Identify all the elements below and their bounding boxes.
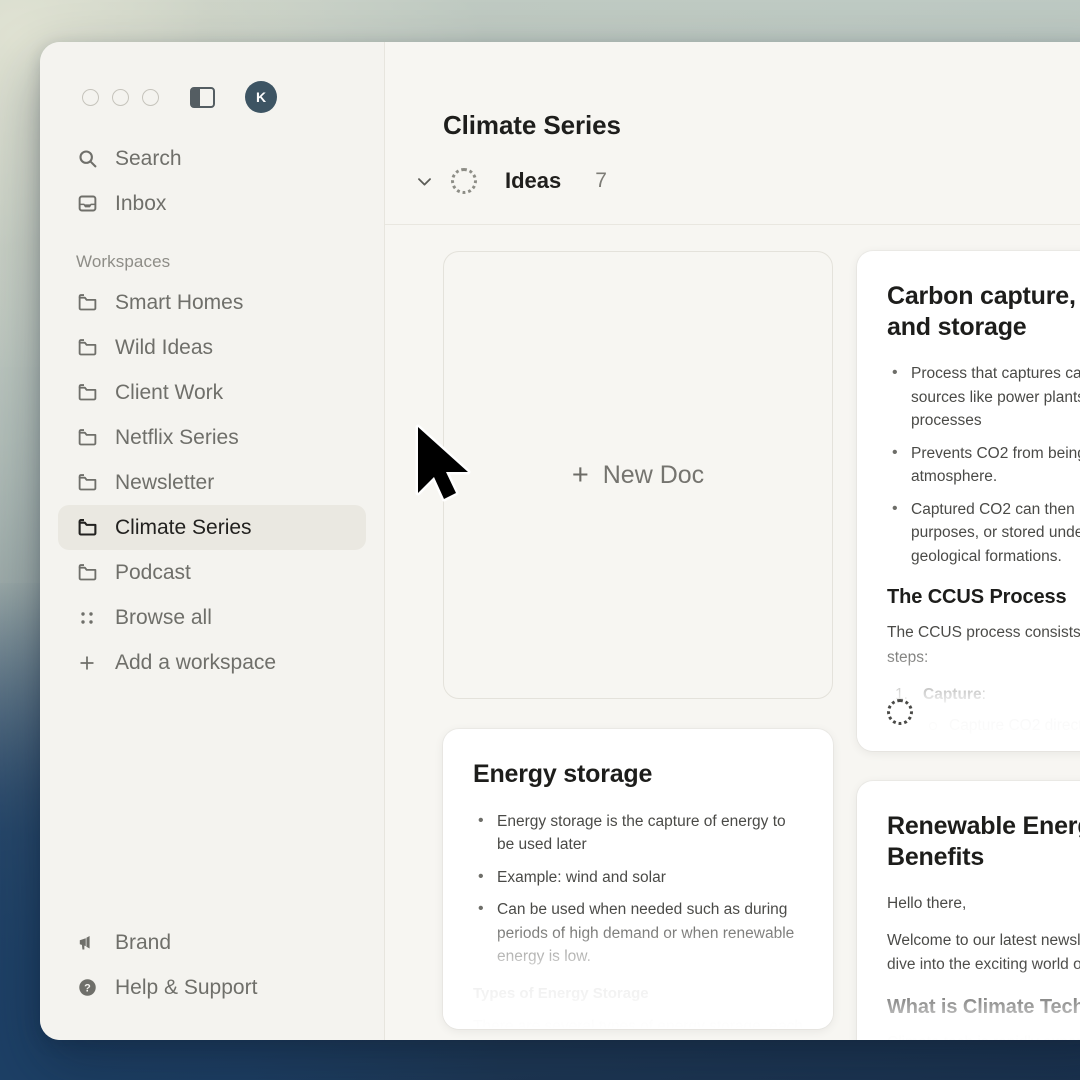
plus-icon: + — [571, 458, 589, 491]
doc-card-carbon-capture[interactable]: Carbon capture, utilization and storage … — [857, 251, 1080, 751]
doc-card-subheading: Types of Energy Storage — [473, 984, 649, 1002]
sidebar-item-search[interactable]: Search — [58, 136, 366, 181]
doc-card-renewable-energy[interactable]: Renewable Energy and Benefits Hello ther… — [857, 781, 1080, 1040]
sidebar-item-add-workspace[interactable]: Add a workspace — [58, 640, 366, 685]
window-minimize-button[interactable] — [112, 88, 129, 106]
doc-card-heading: What is Climate Tech? — [887, 995, 1080, 1018]
list-item: Can be used when needed such as during p… — [473, 897, 803, 969]
sidebar-item-label: Smart Homes — [115, 290, 244, 314]
doc-card-energy-storage[interactable]: Energy storage Energy storage is the cap… — [443, 729, 833, 1029]
sidebar-item-label: Newsletter — [115, 470, 215, 494]
grid-dots-icon — [76, 607, 98, 629]
search-icon — [76, 148, 98, 170]
folder-icon — [76, 292, 98, 314]
svg-text:?: ? — [84, 983, 91, 995]
ordered-item-label: Capture — [923, 685, 982, 703]
sidebar-item-brand[interactable]: Brand — [58, 920, 366, 965]
sidebar-item-client-work[interactable]: Client Work — [58, 370, 366, 415]
question-circle-icon: ? — [76, 977, 98, 999]
sidebar-footer: Brand ? Help & Support — [40, 920, 384, 1040]
doc-card-bullets: Energy storage is the capture of energy … — [473, 808, 803, 969]
sidebar-item-label: Help & Support — [115, 975, 258, 999]
plus-icon — [76, 652, 98, 674]
list-item: Energy storage is the capture of energy … — [473, 808, 803, 857]
folder-icon — [76, 472, 98, 494]
sidebar-item-label: Inbox — [115, 191, 167, 215]
sidebar-item-netflix-series[interactable]: Netflix Series — [58, 415, 366, 460]
sidebar-item-wild-ideas[interactable]: Wild Ideas — [58, 325, 366, 370]
folder-icon — [76, 382, 98, 404]
sidebar-item-inbox[interactable]: Inbox — [58, 181, 366, 226]
folder-icon — [76, 427, 98, 449]
main-content: Climate Series Ideas 7 + New Doc Energy … — [385, 42, 1080, 1040]
inbox-icon — [76, 193, 98, 215]
dotted-circle-icon — [451, 168, 477, 194]
chevron-down-icon[interactable] — [407, 164, 441, 198]
main-header: Climate Series — [385, 42, 1080, 140]
doc-card-title: Carbon capture, utilization and storage — [887, 282, 1080, 341]
window-controls: K — [40, 42, 384, 114]
sidebar-item-label: Wild Ideas — [115, 335, 214, 359]
sidebar-toggle-icon[interactable] — [190, 86, 215, 108]
workspaces-list: Smart Homes Wild Ideas Client Work Netfl… — [40, 280, 384, 685]
doc-card-paragraph: The CCUS process consists of three main … — [887, 624, 1080, 666]
section-title: Ideas — [505, 168, 562, 193]
sidebar-item-podcast[interactable]: Podcast — [58, 550, 366, 595]
sidebar-item-label: Netflix Series — [115, 425, 239, 449]
sidebar: K Search Inbox Workspaces Smart Homes Wi… — [40, 42, 385, 1040]
sidebar-item-label: Brand — [115, 930, 172, 954]
board-column-1: + New Doc Energy storage Energy storage … — [443, 251, 833, 1029]
list-item: Process that captures carbon dioxide fro… — [887, 361, 1080, 433]
sidebar-item-label: Climate Series — [115, 515, 252, 539]
sidebar-item-label: Podcast — [115, 560, 191, 584]
list-item: Capture: Capture CO2 directly from the s… — [887, 683, 1080, 751]
app-window: K Search Inbox Workspaces Smart Homes Wi… — [40, 42, 1080, 1040]
section-count: 7 — [595, 169, 607, 192]
sidebar-item-label: Add a workspace — [115, 650, 277, 674]
megaphone-icon — [76, 932, 98, 954]
doc-board: + New Doc Energy storage Energy storage … — [385, 225, 1080, 1040]
sidebar-item-help-support[interactable]: ? Help & Support — [58, 965, 366, 1010]
workspaces-label: Workspaces — [76, 252, 171, 271]
avatar[interactable]: K — [245, 81, 277, 113]
new-doc-button[interactable]: + New Doc — [443, 251, 833, 699]
board-column-2: Carbon capture, utilization and storage … — [857, 251, 1080, 1040]
doc-card-paragraph: There are several types of energy storag… — [473, 1017, 803, 1029]
sidebar-item-label: Client Work — [115, 380, 224, 404]
folder-icon — [76, 337, 98, 359]
sidebar-top-nav: Search Inbox — [40, 114, 384, 226]
sidebar-item-label: Browse all — [115, 605, 212, 629]
doc-card-greeting: Hello there, — [887, 895, 967, 912]
doc-card-bullets: Process that captures carbon dioxide fro… — [887, 361, 1080, 569]
list-item: Prevents CO2 from being released into th… — [887, 441, 1080, 489]
ordered-item-suffix: : — [981, 685, 986, 703]
sidebar-item-newsletter[interactable]: Newsletter — [58, 460, 366, 505]
folder-icon — [76, 517, 98, 539]
doc-card-paragraph: Welcome to our latest newsletter, where … — [887, 932, 1080, 974]
doc-card-title: Energy storage — [473, 760, 653, 788]
list-item: Done using: — [923, 745, 1080, 751]
list-item: Example: wind and solar — [473, 865, 803, 890]
loading-spinner-icon — [887, 699, 913, 725]
doc-card-sublist: Capture CO2 directly from the source. Do… — [923, 714, 1080, 751]
doc-card-ordered-list: Capture: Capture CO2 directly from the s… — [887, 683, 1080, 751]
window-close-button[interactable] — [82, 88, 99, 106]
doc-card-faded-text: Climate tech is rapidly expanding — [887, 1031, 1080, 1040]
new-doc-label: New Doc — [602, 460, 705, 489]
window-maximize-button[interactable] — [142, 88, 159, 106]
sidebar-item-smart-homes[interactable]: Smart Homes — [58, 280, 366, 325]
sidebar-item-browse-all[interactable]: Browse all — [58, 595, 366, 640]
section-header: Ideas 7 — [385, 134, 1080, 225]
sidebar-item-label: Search — [115, 146, 182, 170]
list-item: Captured CO2 can then be utilized for ot… — [887, 497, 1080, 569]
doc-card-title: Renewable Energy and Benefits — [887, 812, 1080, 871]
sidebar-item-climate-series[interactable]: Climate Series — [58, 505, 366, 550]
list-item: Capture CO2 directly from the source. — [923, 714, 1080, 737]
folder-icon — [76, 562, 98, 584]
doc-card-heading: The CCUS Process — [887, 586, 1067, 609]
